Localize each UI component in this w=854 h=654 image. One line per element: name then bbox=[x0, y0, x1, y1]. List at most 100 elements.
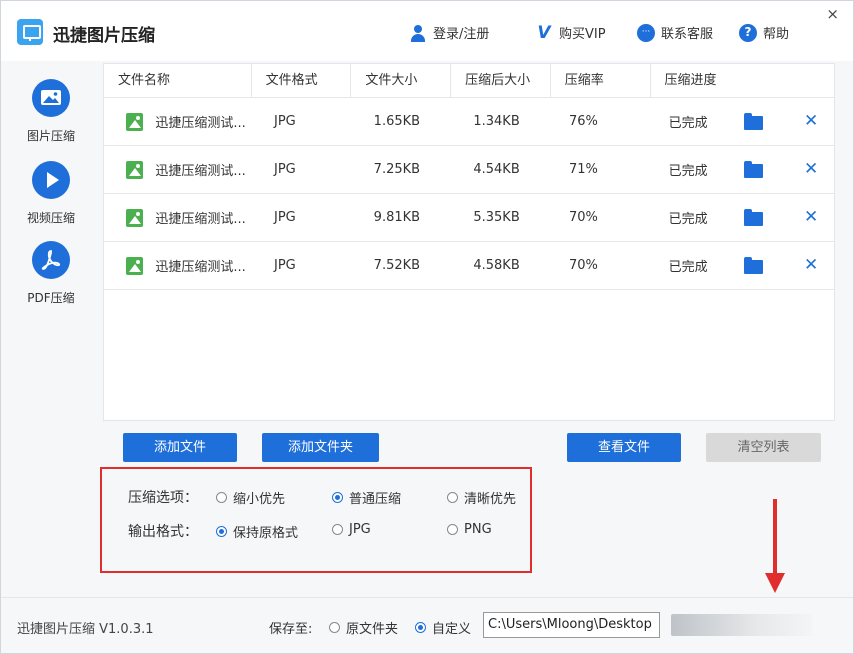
remove-file-icon[interactable]: ✕ bbox=[804, 159, 818, 179]
version-label: 迅捷图片压缩 V1.0.3.1 bbox=[17, 622, 154, 637]
vip-label: 购买VIP bbox=[559, 27, 606, 42]
radio-label: 普通压缩 bbox=[349, 492, 402, 507]
title-bar: 迅捷图片压缩 登录/注册 V 购买VIP ··· 联系客服 ? 帮助 × bbox=[1, 1, 853, 61]
contact-service-link[interactable]: ··· 联系客服 bbox=[637, 23, 713, 42]
file-name: 迅捷压缩测试... bbox=[155, 260, 246, 275]
column-header: 文件格式 bbox=[252, 64, 352, 98]
annotation-arrow-down-icon bbox=[765, 573, 785, 593]
file-format: JPG bbox=[274, 258, 296, 273]
help-icon: ? bbox=[739, 23, 757, 42]
file-name: 迅捷压缩测试... bbox=[155, 212, 246, 227]
vip-icon: V bbox=[537, 22, 551, 43]
compressed-size: 4.58KB bbox=[473, 258, 520, 273]
app-title: 迅捷图片压缩 bbox=[53, 26, 155, 46]
compressed-size: 4.54KB bbox=[473, 162, 520, 177]
sidebar: 图片压缩 视频压缩 PDF压缩 bbox=[1, 61, 101, 597]
image-file-icon bbox=[126, 208, 144, 227]
table-row[interactable]: 迅捷压缩测试... JPG 7.52KB 4.58KB 70% 已完成 ✕ bbox=[104, 242, 834, 290]
file-size: 7.25KB bbox=[373, 162, 421, 177]
file-size: 7.52KB bbox=[373, 258, 421, 273]
help-label: 帮助 bbox=[763, 27, 790, 42]
clear-list-button[interactable]: 清空列表 bbox=[706, 433, 821, 462]
save-option-original-folder[interactable]: 原文件夹 bbox=[329, 618, 398, 637]
file-name-cell: 迅捷压缩测试... bbox=[104, 112, 252, 131]
compression-rate: 76% bbox=[569, 114, 598, 129]
close-window-button[interactable]: × bbox=[826, 5, 839, 23]
file-format: JPG bbox=[274, 114, 296, 129]
help-link[interactable]: ? 帮助 bbox=[739, 23, 789, 42]
compressed-size: 5.35KB bbox=[473, 210, 520, 225]
sidebar-item-pdf-compress[interactable]: PDF压缩 bbox=[1, 241, 101, 306]
radio-dot bbox=[447, 524, 458, 535]
app-window: 迅捷图片压缩 登录/注册 V 购买VIP ··· 联系客服 ? 帮助 × 图片压… bbox=[0, 0, 854, 654]
login-link[interactable]: 登录/注册 bbox=[409, 23, 489, 42]
add-file-button[interactable]: 添加文件 bbox=[123, 433, 237, 462]
table-row[interactable]: 迅捷压缩测试... JPG 7.25KB 4.54KB 71% 已完成 ✕ bbox=[104, 146, 834, 194]
file-size: 9.81KB bbox=[373, 210, 421, 225]
output-option-jpg[interactable]: JPG bbox=[332, 522, 371, 537]
compressed-size: 1.34KB bbox=[473, 114, 520, 129]
output-option-original[interactable]: 保持原格式 bbox=[216, 522, 298, 541]
radio-dot bbox=[332, 492, 343, 503]
column-header: 压缩后大小 bbox=[451, 64, 551, 98]
annotation-arrow-shaft bbox=[773, 499, 777, 577]
file-name-cell: 迅捷压缩测试... bbox=[104, 256, 252, 275]
blurred-start-button[interactable] bbox=[671, 614, 813, 636]
save-option-custom[interactable]: 自定义 bbox=[415, 618, 471, 637]
file-name-cell: 迅捷压缩测试... bbox=[104, 160, 252, 179]
file-format: JPG bbox=[274, 210, 296, 225]
compress-option-smaller[interactable]: 缩小优先 bbox=[216, 488, 285, 507]
open-folder-icon[interactable] bbox=[744, 257, 763, 274]
file-name: 迅捷压缩测试... bbox=[155, 164, 246, 179]
radio-label: 清晰优先 bbox=[464, 492, 517, 507]
open-folder-icon[interactable] bbox=[744, 161, 763, 178]
play-icon bbox=[32, 161, 70, 199]
radio-dot bbox=[216, 526, 227, 537]
remove-file-icon[interactable]: ✕ bbox=[804, 207, 818, 227]
image-icon bbox=[32, 79, 70, 117]
sidebar-item-image-compress[interactable]: 图片压缩 bbox=[1, 79, 101, 144]
radio-dot bbox=[447, 492, 458, 503]
radio-label: JPG bbox=[349, 522, 371, 537]
table-row[interactable]: 迅捷压缩测试... JPG 9.81KB 5.35KB 70% 已完成 ✕ bbox=[104, 194, 834, 242]
radio-dot bbox=[329, 622, 340, 633]
file-format: JPG bbox=[274, 162, 296, 177]
remove-file-icon[interactable]: ✕ bbox=[804, 255, 818, 275]
compression-rate: 70% bbox=[569, 258, 598, 273]
radio-dot bbox=[332, 524, 343, 535]
column-header: 压缩进度 bbox=[664, 73, 717, 88]
compress-option-normal[interactable]: 普通压缩 bbox=[332, 488, 401, 507]
sidebar-item-label: 视频压缩 bbox=[26, 211, 75, 225]
output-option-png[interactable]: PNG bbox=[447, 522, 492, 537]
file-table: 文件名称 文件格式 文件大小 压缩后大小 压缩率 压缩进度 迅捷压缩测试... … bbox=[103, 63, 835, 421]
pdf-icon bbox=[32, 241, 70, 279]
file-name: 迅捷压缩测试... bbox=[155, 116, 246, 131]
radio-dot bbox=[216, 492, 227, 503]
image-file-icon bbox=[126, 160, 144, 179]
compression-rate: 70% bbox=[569, 210, 598, 225]
image-file-icon bbox=[126, 112, 144, 131]
radio-label: 保持原格式 bbox=[233, 526, 299, 541]
output-format-label: 输出格式： bbox=[128, 524, 198, 540]
column-header: 文件名称 bbox=[104, 64, 252, 98]
compress-option-clarity[interactable]: 清晰优先 bbox=[447, 488, 516, 507]
column-header: 文件大小 bbox=[351, 64, 452, 98]
app-logo-icon bbox=[17, 19, 43, 45]
view-files-button[interactable]: 查看文件 bbox=[567, 433, 681, 462]
sidebar-item-video-compress[interactable]: 视频压缩 bbox=[1, 161, 101, 226]
remove-file-icon[interactable]: ✕ bbox=[804, 111, 818, 131]
save-path-input[interactable]: C:\Users\Mloong\Desktop bbox=[483, 612, 660, 638]
sidebar-item-label: PDF压缩 bbox=[27, 291, 75, 305]
file-name-cell: 迅捷压缩测试... bbox=[104, 208, 252, 227]
table-row[interactable]: 迅捷压缩测试... JPG 1.65KB 1.34KB 76% 已完成 ✕ bbox=[104, 98, 834, 146]
column-header: 压缩率 bbox=[551, 64, 651, 98]
buy-vip-link[interactable]: V 购买VIP bbox=[535, 22, 606, 43]
open-folder-icon[interactable] bbox=[744, 113, 763, 130]
add-folder-button[interactable]: 添加文件夹 bbox=[262, 433, 379, 462]
login-label: 登录/注册 bbox=[433, 27, 490, 42]
image-file-icon bbox=[126, 256, 144, 275]
open-folder-icon[interactable] bbox=[744, 209, 763, 226]
table-header: 文件名称 文件格式 文件大小 压缩后大小 压缩率 压缩进度 bbox=[104, 64, 834, 98]
options-panel: 压缩选项： 缩小优先 普通压缩 清晰优先 输出格式： 保持原格式 JPG PNG bbox=[100, 467, 532, 573]
radio-label: 缩小优先 bbox=[233, 492, 286, 507]
